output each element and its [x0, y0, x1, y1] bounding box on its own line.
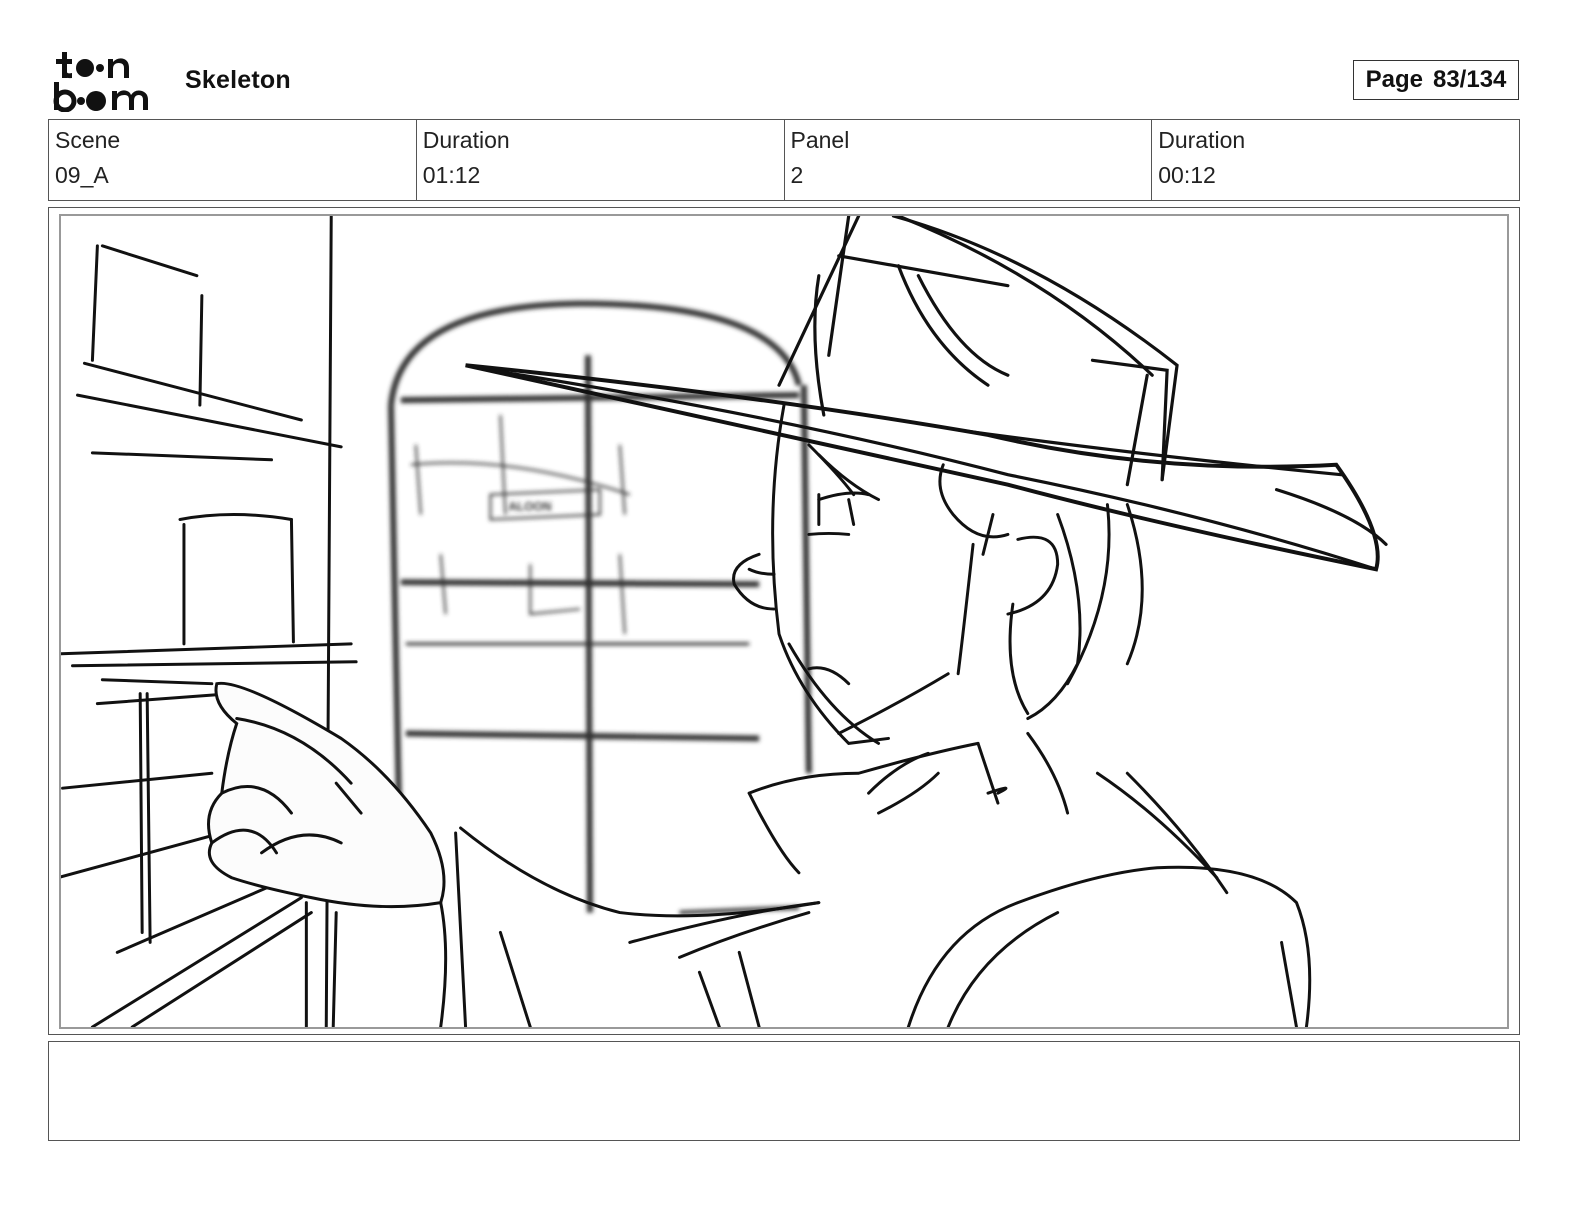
scene-duration-value: 01:12: [422, 162, 481, 188]
page-label: Page: [1365, 66, 1423, 93]
scene-value: 09_A: [55, 162, 109, 188]
logo-mark-icon: [53, 52, 148, 112]
window-sign-text: ALOON: [508, 500, 551, 514]
panel-notes-area[interactable]: [48, 1041, 1520, 1141]
panel-value: 2: [790, 162, 804, 188]
page-indicator: Page 83/134: [1353, 60, 1519, 100]
scene-label: Scene: [55, 127, 121, 153]
toon-boom-logo: [52, 50, 164, 112]
panel-duration-value: 00:12: [1158, 162, 1216, 188]
scene-info-table: Scene 09_A Duration 01:12 Panel 2 Durati…: [48, 119, 1520, 201]
panel-label: Panel: [790, 127, 850, 153]
panel-duration-cell: Duration 00:12: [1152, 120, 1519, 200]
page-number: 83/134: [1432, 66, 1507, 93]
project-title: Skeleton: [185, 66, 291, 94]
storyboard-panel-image: ALOON: [59, 214, 1509, 1029]
sketch-drawing: ALOON: [61, 216, 1388, 1027]
storyboard-panel-frame: ALOON: [48, 207, 1520, 1035]
scene-cell: Scene 09_A: [49, 120, 417, 200]
panel-duration-label: Duration: [1158, 127, 1246, 153]
scene-duration-label: Duration: [422, 127, 510, 153]
panel-cell: Panel 2: [785, 120, 1153, 200]
scene-duration-cell: Duration 01:12: [417, 120, 785, 200]
